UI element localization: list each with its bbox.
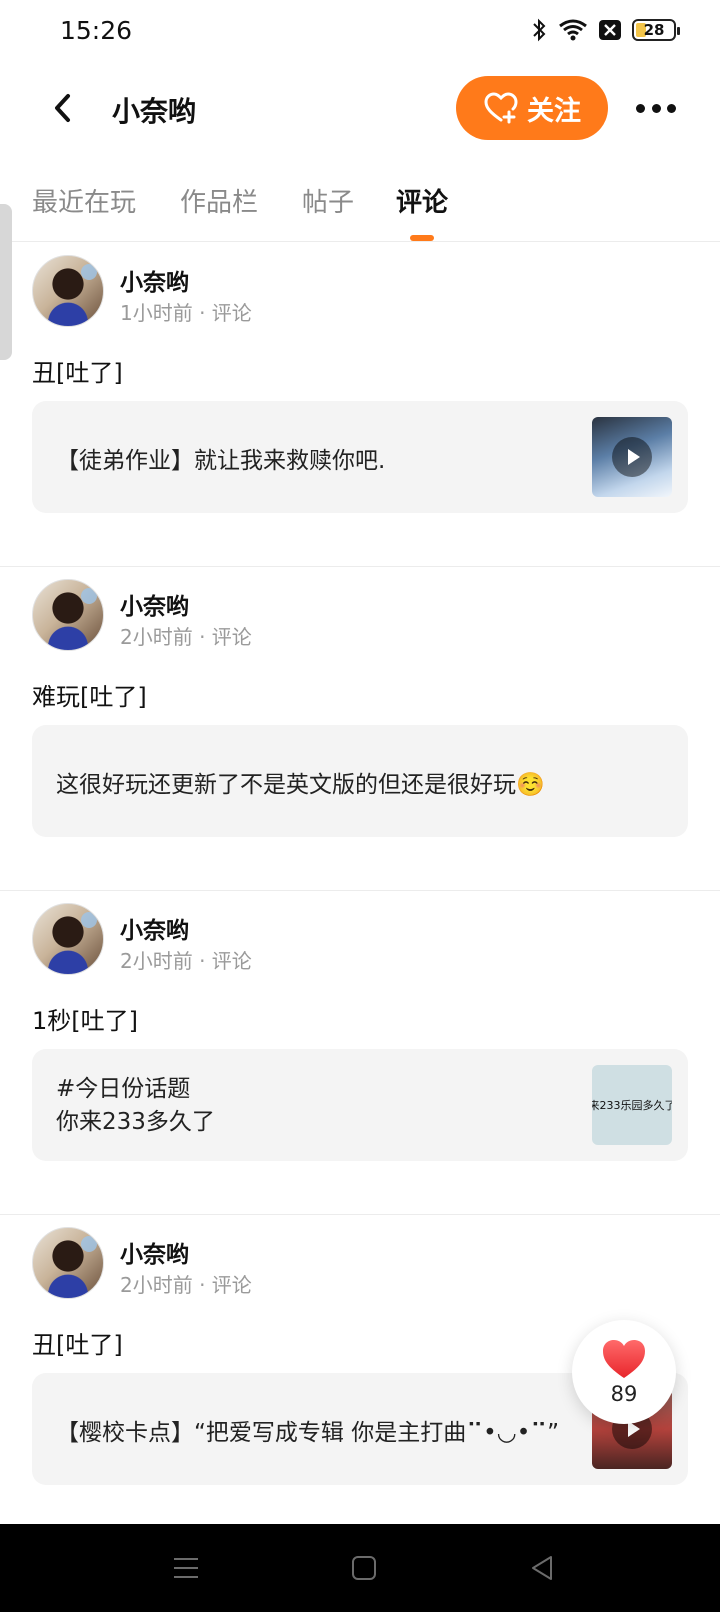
back-triangle-icon [532, 1556, 552, 1580]
system-nav-bar [0, 1524, 720, 1612]
heart-plus-icon [484, 92, 518, 124]
wifi-icon [559, 19, 587, 41]
bluetooth-icon [533, 18, 546, 42]
like-floating-button[interactable]: 89 [572, 1320, 676, 1424]
quoted-post-card[interactable]: #今日份话题 你来233多久了 来233乐园多久了 [32, 1049, 688, 1161]
play-icon [612, 437, 652, 477]
post-meta: 2小时前 · 评论 [120, 949, 252, 973]
avatar[interactable] [32, 255, 104, 327]
image-thumbnail[interactable]: 来233乐园多久了 [592, 1065, 672, 1145]
comment-text: 难玩[吐了] [32, 683, 147, 711]
tab-comments[interactable]: 评论 [396, 182, 448, 219]
quoted-post-body: 你来233多久了 [56, 1109, 215, 1135]
quoted-post-title: 【樱校卡点】“把爱写成专辑 你是主打曲⠉•◡•⠉” [56, 1420, 560, 1446]
notification-x-icon [599, 20, 621, 40]
quoted-post-card[interactable]: 【徒弟作业】就让我来救赎你吧. [32, 401, 688, 513]
comment-item[interactable]: 小奈哟 1小时前 · 评论 丑[吐了] 【徒弟作业】就让我来救赎你吧. [0, 243, 720, 567]
home-icon [352, 1556, 376, 1580]
post-meta: 2小时前 · 评论 [120, 625, 252, 649]
home-button[interactable] [346, 1550, 382, 1586]
follow-label: 关注 [527, 95, 581, 127]
like-count: 89 [610, 1382, 638, 1406]
back-nav-button[interactable] [524, 1550, 560, 1586]
quoted-post-title: 【徒弟作业】就让我来救赎你吧. [56, 448, 386, 474]
thumbnail-text: 来233乐园多久了 [592, 1099, 672, 1112]
heart-icon [603, 1340, 645, 1378]
quoted-post-card[interactable]: 这很好玩还更新了不是英文版的但还是很好玩☺️ [32, 725, 688, 837]
menu-button[interactable] [168, 1550, 204, 1586]
follow-button[interactable]: 关注 [456, 76, 608, 140]
battery-level: 28 [643, 21, 665, 39]
status-time: 15:26 [60, 16, 133, 45]
author-name[interactable]: 小奈哟 [120, 263, 189, 297]
post-meta: 1小时前 · 评论 [120, 301, 252, 325]
avatar[interactable] [32, 903, 104, 975]
active-tab-indicator [410, 235, 434, 241]
comment-text: 丑[吐了] [32, 1331, 123, 1359]
status-icons: 28 [530, 18, 680, 42]
tab-recently-played[interactable]: 最近在玩 [32, 182, 136, 219]
comment-text: 丑[吐了] [32, 359, 123, 387]
dot-icon [667, 103, 676, 113]
avatar[interactable] [32, 579, 104, 651]
profile-tabs: 最近在玩 作品栏 帖子 评论 [0, 170, 720, 242]
dot-icon [636, 103, 645, 113]
author-name[interactable]: 小奈哟 [120, 1235, 189, 1269]
quoted-post-title: 这很好玩还更新了不是英文版的但还是很好玩☺️ [56, 772, 545, 798]
status-bar: 15:26 28 [0, 0, 720, 66]
tab-works[interactable]: 作品栏 [180, 182, 258, 219]
author-name[interactable]: 小奈哟 [120, 587, 189, 621]
quoted-post-title: #今日份话题 你来233多久了 [56, 1073, 215, 1139]
chevron-left-icon [55, 94, 70, 122]
tab-posts[interactable]: 帖子 [302, 182, 354, 219]
avatar[interactable] [32, 1227, 104, 1299]
post-meta: 2小时前 · 评论 [120, 1273, 252, 1297]
author-name[interactable]: 小奈哟 [120, 911, 189, 945]
menu-icon [174, 1558, 198, 1578]
page-title: 小奈哟 [112, 95, 197, 128]
comment-text: 1秒[吐了] [32, 1007, 138, 1035]
comment-item[interactable]: 小奈哟 2小时前 · 评论 难玩[吐了] 这很好玩还更新了不是英文版的但还是很好… [0, 567, 720, 891]
quoted-post-topic: #今日份话题 [56, 1076, 191, 1102]
profile-header: 小奈哟 关注 [0, 66, 720, 152]
more-options-button[interactable] [636, 96, 676, 120]
back-button[interactable] [44, 88, 80, 128]
battery-icon: 28 [632, 19, 680, 41]
comment-item[interactable]: 小奈哟 2小时前 · 评论 1秒[吐了] #今日份话题 你来233多久了 来23… [0, 891, 720, 1215]
video-thumbnail[interactable] [592, 417, 672, 497]
dot-icon [651, 103, 661, 113]
